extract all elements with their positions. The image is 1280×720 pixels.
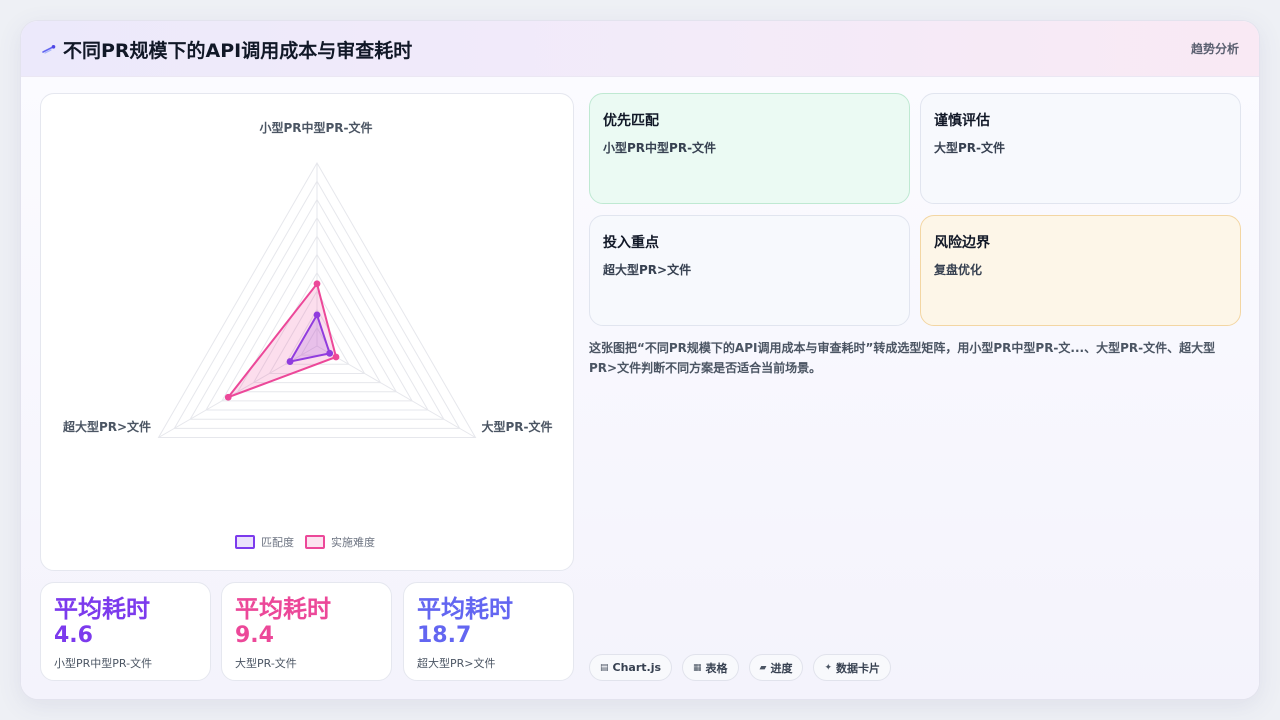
stat-sub: 超大型PR>文件 — [417, 657, 496, 670]
tile-investment-focus: 投入重点 超大型PR>文件 — [589, 215, 910, 326]
chip-progress[interactable]: ▰ 进度 — [748, 654, 804, 681]
chip-row: ▤ Chart.js ▦ 表格 ▰ 进度 ✦ 数据卡片 — [589, 654, 892, 682]
radar-chart: 小型PR中型PR-文件大型PR-文件 超大型PR>文件匹配度 实施难度 — [62, 120, 553, 549]
stat-sub: 小型PR中型PR-文件 — [54, 657, 153, 670]
radar-data-point — [224, 393, 232, 401]
page-title: 不同PR规模下的API调用成本与审查耗时 — [63, 40, 413, 62]
tile-risk-boundary: 风险边界 复盘优化 — [920, 215, 1241, 326]
trend-analysis-button[interactable]: 趋势分析 — [1191, 40, 1239, 57]
chip-table[interactable]: ▦ 表格 — [682, 654, 739, 681]
stat-card-small: 平均耗时 4.6 小型PR中型PR-文件 — [40, 582, 211, 681]
tile-desc: 复盘优化 — [934, 263, 983, 277]
chip-label: 进度 — [770, 661, 793, 675]
chip-label: Chart.js — [612, 661, 662, 674]
legend-label: 实施难度 — [331, 535, 375, 549]
tile-desc: 超大型PR>文件 — [603, 263, 692, 277]
tile-desc: 小型PR中型PR-文件 — [603, 141, 717, 155]
radar-chart-panel: 小型PR中型PR-文件大型PR-文件 超大型PR>文件匹配度 实施难度 — [40, 93, 574, 571]
header-bar: 不同PR规模下的API调用成本与审查耗时 趋势分析 — [21, 21, 1259, 77]
chart-icon: ▤ — [600, 662, 609, 673]
legend-swatch — [235, 535, 255, 549]
chart-description: 这张图把“不同PR规模下的API调用成本与审查耗时”转成选型矩阵，用小型PR中型… — [589, 341, 1216, 375]
chip-data-card[interactable]: ✦ 数据卡片 — [813, 654, 892, 681]
chip-label: 表格 — [705, 661, 728, 675]
stat-card-large: 平均耗时 9.4 大型PR-文件 — [221, 582, 392, 681]
stat-card-xlarge: 平均耗时 18.7 超大型PR>文件 — [403, 582, 574, 681]
radar-series-area — [225, 281, 338, 400]
sparkle-icon: ✦ — [824, 662, 833, 673]
radar-data-point — [313, 280, 321, 288]
table-icon: ▦ — [693, 662, 702, 673]
stat-value: 4.6 — [54, 623, 93, 648]
main-card: 不同PR规模下的API调用成本与审查耗时 趋势分析 小型PR中型PR-文件大型P… — [20, 20, 1260, 700]
stat-value: 9.4 — [235, 623, 274, 648]
stat-label: 平均耗时 — [417, 595, 513, 623]
tile-title: 投入重点 — [603, 235, 659, 251]
stat-sub: 大型PR-文件 — [235, 657, 297, 670]
comet-icon — [42, 45, 56, 54]
radar-axis-label: 超大型PR>文件 — [62, 419, 151, 434]
radar-axis-label: 大型PR-文件 — [481, 419, 552, 434]
tile-careful-eval: 谨慎评估 大型PR-文件 — [920, 93, 1241, 204]
tile-title: 谨慎评估 — [934, 113, 990, 129]
stat-label: 平均耗时 — [235, 595, 331, 623]
chip-chartjs[interactable]: ▤ Chart.js — [589, 654, 673, 681]
tile-desc: 大型PR-文件 — [934, 141, 1006, 155]
tile-title: 优先匹配 — [603, 113, 659, 129]
chip-label: 数据卡片 — [836, 661, 881, 675]
radar-data-point — [332, 353, 340, 361]
progress-icon: ▰ — [759, 662, 767, 673]
legend-label: 匹配度 — [261, 535, 294, 549]
stat-label: 平均耗时 — [54, 595, 150, 623]
tile-title: 风险边界 — [934, 235, 990, 251]
radar-axis-label: 小型PR中型PR-文件 — [259, 120, 372, 135]
stat-value: 18.7 — [417, 623, 472, 648]
legend-swatch — [305, 535, 325, 549]
tile-priority-match: 优先匹配 小型PR中型PR-文件 — [589, 93, 910, 204]
